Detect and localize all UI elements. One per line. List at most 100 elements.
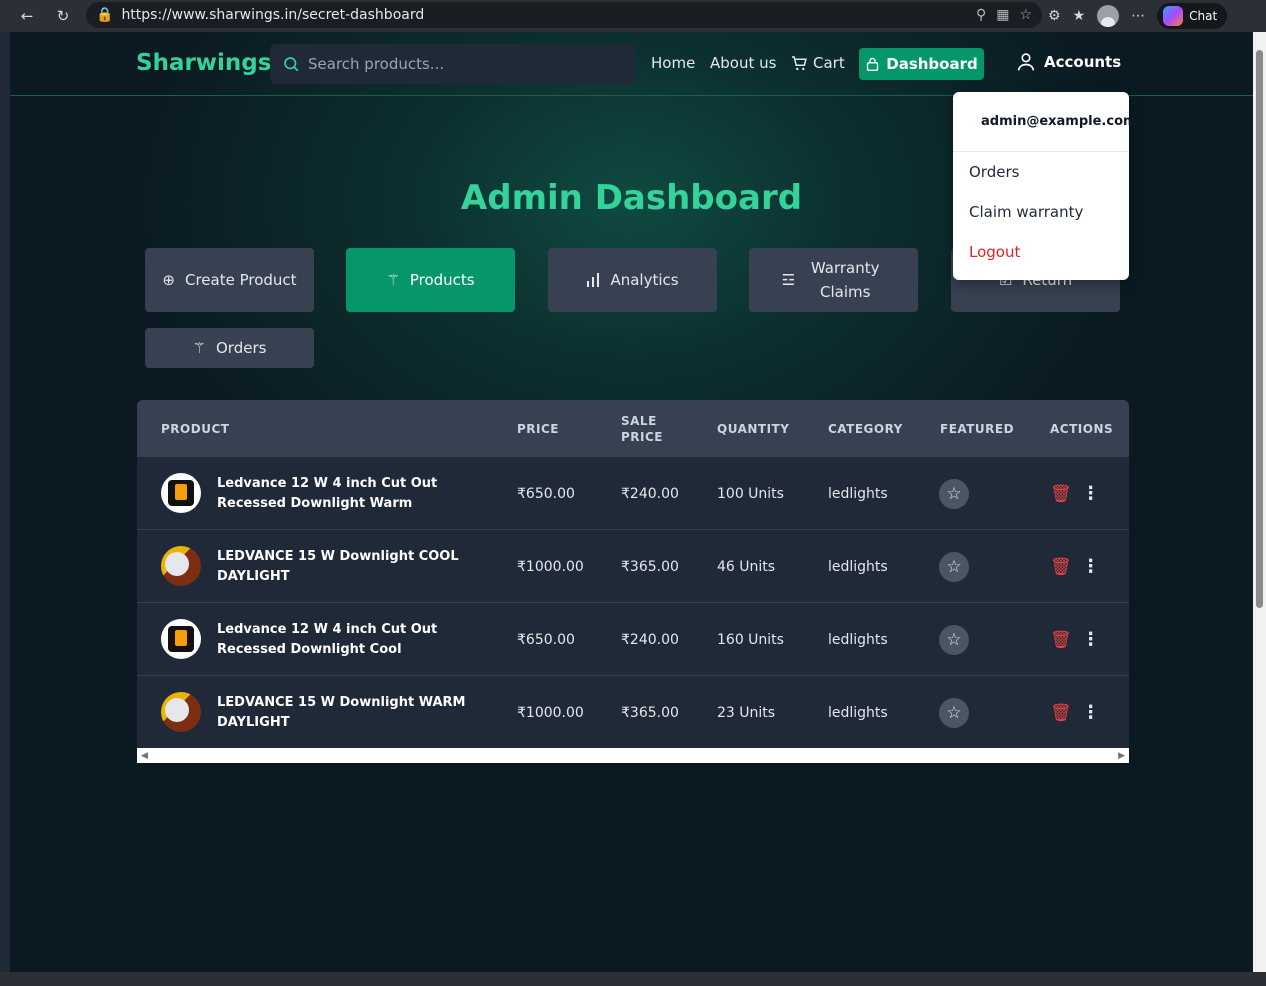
account-email: admin@example.com bbox=[953, 92, 1137, 152]
product-thumbnail bbox=[161, 546, 201, 586]
trash-icon[interactable]: 🗑 bbox=[1050, 630, 1072, 650]
product-thumbnail bbox=[161, 473, 201, 513]
favorite-star-icon[interactable]: ☆ bbox=[1019, 7, 1032, 23]
url-text: https://www.sharwings.in/secret-dashboar… bbox=[121, 7, 425, 23]
copilot-chat-button[interactable]: Chat bbox=[1157, 3, 1228, 29]
dashboard-label: Dashboard bbox=[886, 55, 978, 73]
extensions-icon[interactable]: ⚙ bbox=[1048, 8, 1061, 24]
nav-about-link[interactable]: About us bbox=[710, 54, 776, 72]
trash-icon[interactable]: 🗑 bbox=[1050, 484, 1072, 504]
accounts-dropdown-menu: admin@example.com Orders Claim warranty … bbox=[953, 92, 1137, 280]
header-price: PRICE bbox=[517, 421, 560, 436]
accounts-button[interactable]: Accounts bbox=[1016, 52, 1121, 72]
tab-label: Analytics bbox=[610, 271, 679, 289]
product-quantity: 160 Units bbox=[717, 631, 784, 648]
basket-icon: ⚚ bbox=[192, 339, 206, 357]
product-category: ledlights bbox=[828, 704, 888, 721]
cart-icon bbox=[792, 56, 807, 71]
product-name: LEDVANCE 15 W Downlight COOL DAYLIGHT bbox=[217, 548, 459, 584]
brand-logo[interactable]: Sharwings bbox=[136, 50, 271, 76]
chat-label: Chat bbox=[1189, 9, 1218, 23]
tab-products[interactable]: ⚚ Products bbox=[346, 248, 515, 312]
table-row: Ledvance 12 W 4 inch Cut Out Recessed Do… bbox=[137, 457, 1129, 530]
nav-home-link[interactable]: Home bbox=[651, 54, 695, 72]
more-vertical-icon[interactable]: ⋮ bbox=[1082, 483, 1100, 504]
more-vertical-icon[interactable]: ⋮ bbox=[1082, 629, 1100, 650]
product-price: ₹1000.00 bbox=[517, 558, 584, 575]
product-name: Ledvance 12 W 4 inch Cut Out Recessed Do… bbox=[217, 475, 438, 511]
app-icon[interactable]: ▦ bbox=[996, 7, 1009, 23]
trash-icon[interactable]: 🗑 bbox=[1050, 557, 1072, 577]
product-sale-price: ₹365.00 bbox=[621, 558, 679, 575]
product-name: Ledvance 12 W 4 inch Cut Out Recessed Do… bbox=[217, 621, 438, 657]
profile-avatar[interactable] bbox=[1097, 5, 1120, 27]
nav-cart-label: Cart bbox=[813, 54, 845, 72]
browser-toolbar: ← ↻ 🔒 https://www.sharwings.in/secret-da… bbox=[0, 0, 1266, 32]
search-box[interactable] bbox=[270, 44, 635, 84]
user-icon bbox=[1017, 53, 1035, 71]
tab-label: Warranty Claims bbox=[810, 259, 880, 301]
search-input[interactable] bbox=[308, 55, 628, 73]
search-icon bbox=[284, 57, 299, 72]
star-icon[interactable]: ☆ bbox=[939, 478, 969, 509]
more-vertical-icon[interactable]: ⋮ bbox=[1082, 556, 1100, 577]
window-bottom-edge bbox=[0, 972, 1266, 986]
scroll-left-icon[interactable]: ◀ bbox=[141, 751, 148, 761]
header-actions: ACTIONS bbox=[1050, 421, 1114, 436]
product-quantity: 23 Units bbox=[717, 704, 776, 721]
header-category: CATEGORY bbox=[828, 421, 903, 436]
accounts-label: Accounts bbox=[1044, 53, 1122, 71]
star-icon[interactable]: ☆ bbox=[939, 624, 969, 655]
tab-label: Products bbox=[409, 271, 475, 289]
product-sale-price: ₹240.00 bbox=[621, 631, 679, 648]
product-price: ₹1000.00 bbox=[517, 704, 584, 721]
menu-item-logout[interactable]: Logout bbox=[953, 232, 1129, 272]
product-quantity: 100 Units bbox=[717, 485, 784, 502]
menu-item-claim-warranty[interactable]: Claim warranty bbox=[953, 192, 1129, 232]
nav-cart-link[interactable]: Cart bbox=[790, 54, 845, 72]
refresh-icon[interactable]: ↻ bbox=[50, 3, 76, 29]
plus-circle-icon: ⊕ bbox=[162, 271, 175, 289]
star-icon[interactable]: ☆ bbox=[939, 697, 969, 728]
navbar: Sharwings Home About us Cart Dashboard A… bbox=[10, 32, 1253, 96]
header-sale-price: SALE PRICE bbox=[621, 413, 664, 444]
lock-icon: 🔒 bbox=[96, 7, 114, 23]
key-icon[interactable]: ⚲ bbox=[976, 7, 986, 23]
scroll-right-icon[interactable]: ▶ bbox=[1118, 751, 1125, 761]
basket-icon: ☲ bbox=[781, 271, 796, 289]
tab-create-product[interactable]: ⊕ Create Product bbox=[145, 248, 314, 312]
menu-item-orders[interactable]: Orders bbox=[953, 152, 1129, 192]
product-price: ₹650.00 bbox=[517, 631, 575, 648]
product-category: ledlights bbox=[828, 558, 888, 575]
table-row: LEDVANCE 15 W Downlight COOL DAYLIGHT ₹1… bbox=[137, 530, 1129, 603]
tab-label: Create Product bbox=[185, 271, 297, 289]
header-quantity: QUANTITY bbox=[717, 421, 790, 436]
product-category: ledlights bbox=[828, 485, 888, 502]
tab-orders[interactable]: ⚚ Orders bbox=[145, 328, 314, 368]
table-row: Ledvance 12 W 4 inch Cut Out Recessed Do… bbox=[137, 603, 1129, 676]
star-icon[interactable]: ☆ bbox=[939, 551, 969, 582]
dashboard-button[interactable]: Dashboard bbox=[859, 48, 984, 80]
more-vertical-icon[interactable]: ⋮ bbox=[1082, 702, 1100, 723]
trash-icon[interactable]: 🗑 bbox=[1050, 703, 1072, 723]
product-category: ledlights bbox=[828, 631, 888, 648]
lock-icon bbox=[867, 57, 879, 71]
scrollbar-thumb[interactable] bbox=[1256, 50, 1263, 608]
address-bar[interactable]: 🔒 https://www.sharwings.in/secret-dashbo… bbox=[86, 2, 1042, 28]
copilot-icon bbox=[1163, 6, 1184, 26]
tab-analytics[interactable]: Analytics bbox=[548, 248, 717, 312]
table-horizontal-scrollbar[interactable]: ◀ ▶ bbox=[137, 748, 1129, 763]
product-thumbnail bbox=[161, 692, 201, 732]
product-thumbnail bbox=[161, 619, 201, 659]
header-featured: FEATURED bbox=[940, 421, 1015, 436]
back-icon[interactable]: ← bbox=[14, 3, 40, 29]
favorites-icon[interactable]: ★ bbox=[1073, 8, 1086, 24]
more-horizontal-icon[interactable]: ⋯ bbox=[1131, 8, 1145, 24]
page-vertical-scrollbar[interactable] bbox=[1253, 32, 1266, 972]
page-viewport: Sharwings Home About us Cart Dashboard A… bbox=[10, 32, 1253, 972]
table-row: LEDVANCE 15 W Downlight WARM DAYLIGHT ₹1… bbox=[137, 676, 1129, 749]
tab-label: Orders bbox=[216, 339, 267, 357]
tab-warranty-claims[interactable]: ☲ Warranty Claims bbox=[749, 248, 918, 312]
product-name: LEDVANCE 15 W Downlight WARM DAYLIGHT bbox=[217, 694, 466, 730]
header-product: PRODUCT bbox=[161, 421, 230, 436]
